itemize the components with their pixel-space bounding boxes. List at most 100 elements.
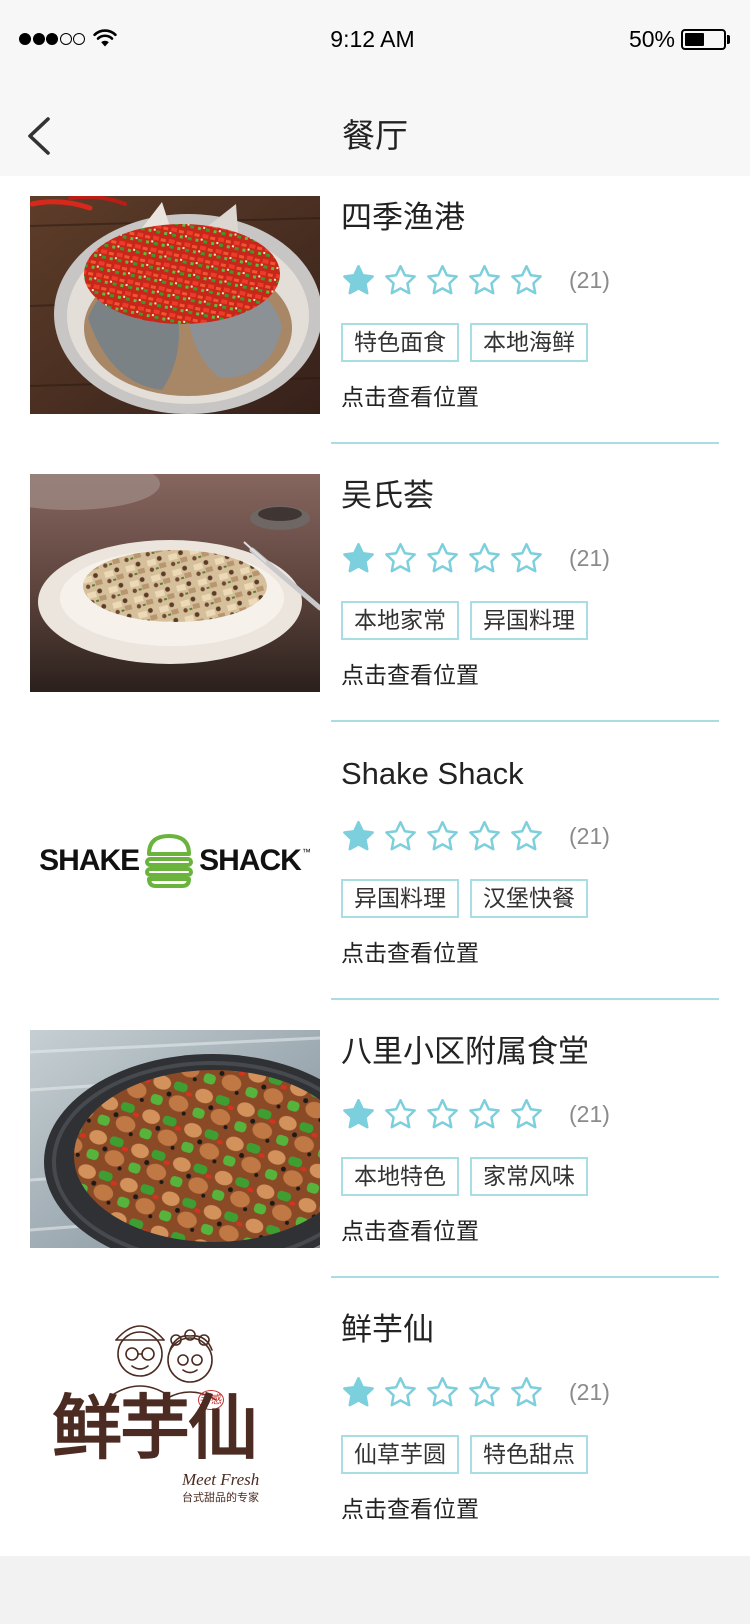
tag: 异国料理 — [341, 879, 459, 918]
battery-nub — [727, 35, 730, 44]
tag: 家常风味 — [470, 1157, 588, 1196]
view-location-link[interactable]: 点击查看位置 — [341, 381, 479, 413]
rating-stars: (21) — [341, 1374, 610, 1410]
view-location-link[interactable]: 点击查看位置 — [341, 1215, 479, 1247]
restaurant-item[interactable]: 四季渔港 (21) 特色面食 本地海鲜 点击查看位置 — [0, 176, 750, 454]
star-icon — [383, 819, 418, 854]
star-icon — [425, 1375, 460, 1410]
signal-dot — [19, 33, 31, 45]
logo-slogan: 台式甜品的专家 — [182, 1492, 259, 1504]
restaurant-item[interactable]: 吴氏荟 (21) 本地家常 异国料理 点击查看位置 — [0, 454, 750, 732]
star-icon — [467, 263, 502, 298]
tag-list: 异国料理 汉堡快餐 — [341, 879, 599, 918]
star-icon — [383, 541, 418, 576]
logo-word-right: SHACK — [199, 844, 302, 877]
star-icon — [467, 819, 502, 854]
divider — [331, 1276, 719, 1278]
star-icon — [341, 1375, 376, 1410]
tag: 特色面食 — [341, 323, 459, 362]
star-icon — [509, 1097, 544, 1132]
rating-stars: (21) — [341, 262, 610, 298]
signal-dot — [59, 33, 72, 45]
review-count: (21) — [569, 1379, 610, 1405]
restaurant-item[interactable]: SHAKE SHACK ™ Shake Shack (21) 异国料理 汉堡快餐… — [0, 732, 750, 1010]
star-icon — [341, 541, 376, 576]
dish-photo — [30, 1030, 320, 1248]
dish-photo — [30, 196, 320, 414]
star-icon — [425, 819, 460, 854]
star-icon — [467, 541, 502, 576]
restaurant-list: 四季渔港 (21) 特色面食 本地海鲜 点击查看位置 吴氏荟 (21) 本地家常… — [0, 176, 750, 1556]
restaurant-item[interactable]: 八里小区附属食堂 (21) 本地特色 家常风味 点击查看位置 — [0, 1010, 750, 1288]
restaurant-name: 四季渔港 — [341, 200, 465, 235]
view-location-link[interactable]: 点击查看位置 — [341, 1493, 479, 1525]
review-count: (21) — [569, 1101, 610, 1127]
status-bar: 9:12 AM 50% — [0, 0, 750, 78]
star-icon — [509, 819, 544, 854]
signal-icon — [19, 33, 85, 45]
restaurant-photo — [30, 196, 320, 414]
page-title: 餐厅 — [342, 117, 408, 154]
restaurant-name: Shake Shack — [341, 756, 524, 791]
rating-stars: (21) — [341, 818, 610, 854]
battery-level — [685, 33, 704, 46]
restaurant-photo — [30, 474, 320, 692]
battery-icon — [681, 29, 726, 50]
rating-stars: (21) — [341, 540, 610, 576]
restaurant-name: 八里小区附属食堂 — [341, 1034, 589, 1069]
logo-title: 鲜芋仙 — [52, 1386, 258, 1469]
signal-dot — [46, 33, 58, 45]
star-icon — [341, 1097, 376, 1132]
tag: 汉堡快餐 — [470, 879, 588, 918]
restaurant-logo: 手感 鲜芋仙 Meet Fresh 台式甜品的专家 — [30, 1308, 320, 1526]
tag: 异国料理 — [470, 601, 588, 640]
restaurant-name: 吴氏荟 — [341, 478, 434, 513]
nav-bar: 餐厅 — [0, 78, 750, 176]
shake-shack-logo: SHAKE SHACK ™ — [30, 752, 320, 970]
tag: 仙草芋圆 — [341, 1435, 459, 1474]
restaurant-logo: SHAKE SHACK ™ — [30, 752, 320, 970]
star-icon — [341, 263, 376, 298]
tag: 特色甜点 — [470, 1435, 588, 1474]
restaurant-item[interactable]: 手感 鲜芋仙 Meet Fresh 台式甜品的专家 鲜芋仙 (21) 仙草芋圆 … — [0, 1288, 750, 1556]
star-icon — [425, 263, 460, 298]
tag: 本地特色 — [341, 1157, 459, 1196]
review-count: (21) — [569, 545, 610, 571]
star-icon — [467, 1097, 502, 1132]
star-icon — [383, 263, 418, 298]
star-icon — [341, 819, 376, 854]
tag-list: 本地家常 异国料理 — [341, 601, 599, 640]
divider — [331, 442, 719, 444]
dish-photo — [30, 474, 320, 692]
tag-list: 仙草芋圆 特色甜点 — [341, 1435, 599, 1474]
tag: 本地海鲜 — [470, 323, 588, 362]
star-icon — [383, 1097, 418, 1132]
view-location-link[interactable]: 点击查看位置 — [341, 937, 479, 969]
divider — [331, 998, 719, 1000]
burger-icon — [145, 834, 194, 888]
signal-dot — [32, 33, 45, 45]
star-icon — [425, 541, 460, 576]
restaurant-name: 鲜芋仙 — [341, 1312, 434, 1347]
status-time: 9:12 AM — [330, 26, 415, 52]
rating-stars: (21) — [341, 1096, 610, 1132]
star-icon — [509, 1375, 544, 1410]
star-icon — [383, 1375, 418, 1410]
battery-percent: 50% — [628, 26, 675, 52]
wifi-icon — [93, 29, 117, 47]
signal-dot — [73, 33, 85, 45]
restaurant-photo — [30, 1030, 320, 1248]
star-icon — [509, 263, 544, 298]
tag-list: 特色面食 本地海鲜 — [341, 323, 599, 362]
star-icon — [467, 1375, 502, 1410]
logo-word-left: SHAKE — [39, 844, 140, 877]
view-location-link[interactable]: 点击查看位置 — [341, 659, 479, 691]
star-icon — [425, 1097, 460, 1132]
review-count: (21) — [569, 823, 610, 849]
tag-list: 本地特色 家常风味 — [341, 1157, 599, 1196]
trademark-mark: ™ — [301, 847, 311, 857]
review-count: (21) — [569, 267, 610, 293]
tag: 本地家常 — [341, 601, 459, 640]
logo-english-name: Meet Fresh — [182, 1470, 260, 1489]
meet-fresh-logo: 手感 鲜芋仙 Meet Fresh 台式甜品的专家 — [30, 1308, 320, 1526]
